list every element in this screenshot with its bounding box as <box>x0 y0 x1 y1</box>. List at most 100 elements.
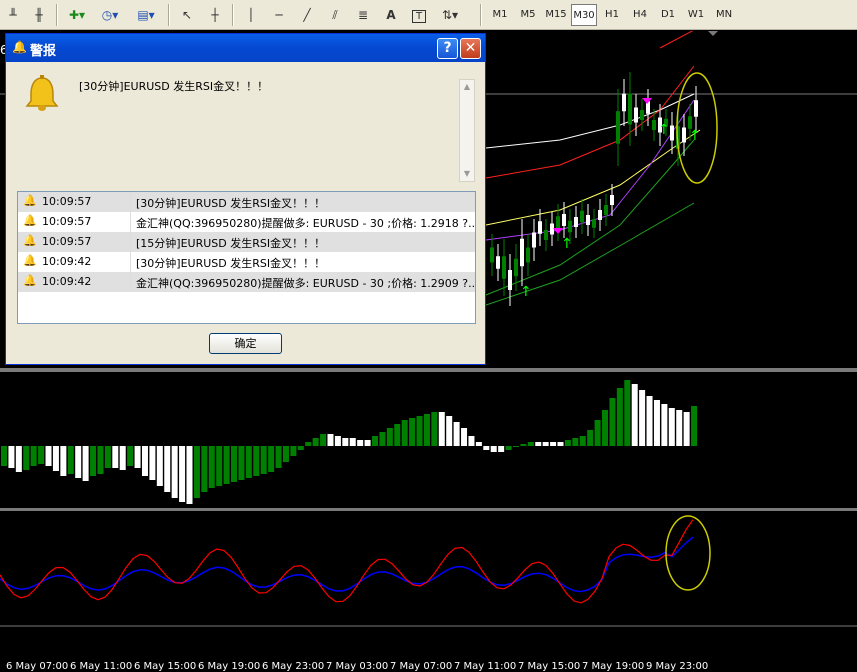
tf-w1[interactable]: W1 <box>683 4 709 26</box>
ok-button[interactable]: 确定 <box>209 333 282 354</box>
histogram-bar <box>668 408 675 446</box>
scroll-down-icon[interactable]: ▼ <box>461 168 473 180</box>
histogram-bar <box>453 422 460 446</box>
tf-h4[interactable]: H4 <box>627 4 653 26</box>
fibonacci-icon[interactable]: ≣ <box>352 4 374 26</box>
tf-d1[interactable]: D1 <box>655 4 681 26</box>
trendline-icon[interactable]: ╱ <box>296 4 318 26</box>
histogram-bar <box>512 446 519 447</box>
buy-arrow-icon: ↑ <box>561 236 573 252</box>
candle-body <box>562 214 566 226</box>
alert-time: 10:09:42 <box>42 255 92 268</box>
histogram-bar <box>30 446 37 466</box>
alert-time: 10:09:57 <box>42 215 92 228</box>
histogram-bar <box>201 446 208 492</box>
candle-body <box>544 230 548 240</box>
candle-body <box>490 247 494 263</box>
text-tool-icon[interactable]: A <box>380 4 402 26</box>
cursor-icon[interactable]: ↖ <box>176 4 198 26</box>
candle-body <box>652 120 656 130</box>
candle-body <box>532 232 536 248</box>
tf-m15[interactable]: M15 <box>543 4 569 26</box>
alert-text: 金汇神(QQ:396950280)提醒做多: EURUSD - 30 ;价格: … <box>136 217 476 230</box>
bell-icon: 🔔 <box>23 254 37 267</box>
histogram-bar <box>535 442 542 446</box>
vertical-line-icon[interactable]: │ <box>240 4 262 26</box>
histogram-bar <box>572 438 579 446</box>
histogram-bar <box>82 446 89 481</box>
alert-text: 金汇神(QQ:396950280)提醒做多: EURUSD - 30 ;价格: … <box>136 277 476 290</box>
alert-list[interactable]: 🔔 10:09:57 [30分钟]EURUSD 发生RSI金叉！！！ 🔔 10:… <box>17 191 476 324</box>
alert-text: [30分钟]EURUSD 发生RSI金叉！！！ <box>136 257 326 270</box>
candle-chart-icon[interactable]: ╫ <box>28 4 50 26</box>
channel-icon[interactable]: ⫽ <box>324 4 346 26</box>
candle-body <box>628 93 632 125</box>
candle-body <box>568 220 572 233</box>
alert-row[interactable]: 🔔 10:09:57 [15分钟]EURUSD 发生RSI金叉！！！ <box>18 232 475 252</box>
histogram-bar <box>320 434 327 446</box>
templates-icon[interactable]: ▤▾ <box>132 4 160 26</box>
histogram-bar <box>149 446 156 480</box>
histogram-bar <box>594 420 601 446</box>
histogram-bar <box>67 446 74 474</box>
horizontal-line-icon[interactable]: ─ <box>268 4 290 26</box>
alert-row[interactable]: 🔔 10:09:42 [30分钟]EURUSD 发生RSI金叉！！！ <box>18 252 475 272</box>
candle-body <box>610 195 614 205</box>
close-button[interactable]: ✕ <box>460 38 481 59</box>
crosshair-icon[interactable]: ┼ <box>204 4 226 26</box>
tf-m5[interactable]: M5 <box>515 4 541 26</box>
x-axis-label: 7 May 03:00 <box>326 661 389 672</box>
histogram-bar <box>297 446 304 450</box>
histogram-bar <box>542 442 549 446</box>
histogram-bar <box>357 440 364 446</box>
candle-body <box>592 219 596 228</box>
histogram-bar <box>394 424 401 446</box>
histogram-bar <box>446 416 453 446</box>
bar-chart-icon[interactable]: ╨ <box>2 4 24 26</box>
dialog-titlebar[interactable]: 🔔 警报 ? ✕ <box>6 34 485 62</box>
candle-body <box>622 93 626 112</box>
tf-mn[interactable]: MN <box>711 4 737 26</box>
message-scrollbar[interactable]: ▲ ▼ <box>459 79 475 182</box>
x-axis-label: 6 May 15:00 <box>134 661 197 672</box>
histogram-bar <box>379 432 386 446</box>
scroll-up-icon[interactable]: ▲ <box>461 81 473 93</box>
histogram-bar <box>653 400 660 446</box>
x-axis-label: 9 May 23:00 <box>646 661 709 672</box>
alert-time: 10:09:42 <box>42 275 92 288</box>
histogram-bar <box>75 446 82 478</box>
histogram-bar <box>609 398 616 446</box>
x-axis-label: 7 May 07:00 <box>390 661 453 672</box>
clock-icon[interactable]: ◷▾ <box>96 4 124 26</box>
bell-icon: 🔔 <box>12 40 27 54</box>
tf-m30[interactable]: M30 <box>571 4 597 26</box>
histogram-bar <box>179 446 186 502</box>
text-label-icon[interactable]: T <box>408 4 430 26</box>
histogram-bar <box>676 410 683 446</box>
histogram-bar <box>312 438 319 446</box>
candle-body <box>586 215 590 225</box>
histogram-bar <box>305 442 312 446</box>
bell-icon <box>25 75 59 111</box>
x-axis-label: 7 May 15:00 <box>518 661 581 672</box>
candle-body <box>502 256 506 279</box>
bell-icon: 🔔 <box>23 194 37 207</box>
histogram-bar <box>639 390 646 446</box>
white-ma-line <box>485 93 695 149</box>
alert-message: [30分钟]EURUSD 发生RSI金叉！！！ <box>79 80 269 93</box>
sell-arrow-icon <box>642 98 652 104</box>
candle-body <box>574 217 578 227</box>
new-order-icon[interactable]: ✚▾ <box>64 4 90 26</box>
help-button[interactable]: ? <box>437 38 458 59</box>
alert-row[interactable]: 🔔 10:09:57 [30分钟]EURUSD 发生RSI金叉！！！ <box>18 192 475 212</box>
bell-icon: 🔔 <box>23 274 37 287</box>
tf-h1[interactable]: H1 <box>599 4 625 26</box>
histogram-bar <box>290 446 297 456</box>
signal-line <box>0 536 694 593</box>
histogram-bar <box>97 446 104 474</box>
alert-row[interactable]: 🔔 10:09:57 金汇神(QQ:396950280)提醒做多: EURUSD… <box>18 212 475 232</box>
arrows-icon[interactable]: ⇅▾ <box>436 4 464 26</box>
tf-m1[interactable]: M1 <box>487 4 513 26</box>
alert-row[interactable]: 🔔 10:09:42 金汇神(QQ:396950280)提醒做多: EURUSD… <box>18 272 475 292</box>
histogram-bar <box>683 412 690 446</box>
